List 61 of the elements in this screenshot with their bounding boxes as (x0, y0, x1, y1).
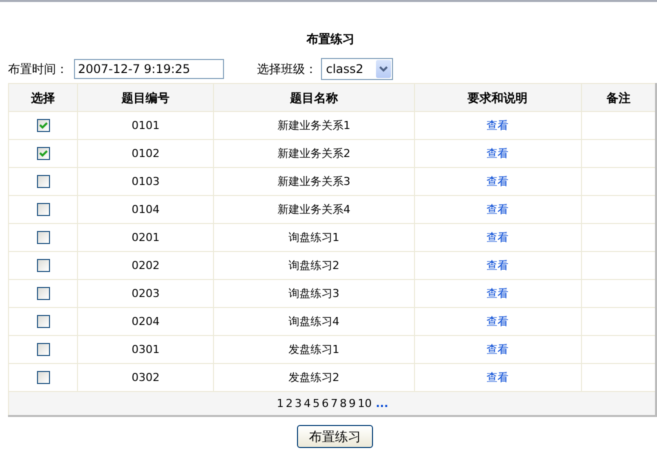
page-link[interactable]: 7 (330, 397, 338, 410)
page-link[interactable]: 4 (304, 397, 311, 410)
page-link[interactable]: 2 (286, 397, 293, 410)
checkbox[interactable] (36, 370, 50, 384)
table-cell: 0102 (78, 140, 214, 168)
class-select[interactable]: class2 (321, 58, 393, 80)
view-link[interactable]: 查看 (486, 174, 509, 188)
page-link[interactable]: 6 (322, 397, 329, 410)
view-link[interactable]: 查看 (486, 286, 509, 300)
column-header: 备注 (581, 84, 656, 112)
page-link[interactable]: 10 (358, 397, 372, 410)
table-cell: 新建业务关系4 (213, 196, 414, 224)
table-cell: 0103 (78, 168, 214, 196)
time-field[interactable]: 2007-12-7 9:19:25 (74, 59, 224, 79)
view-link[interactable]: 查看 (486, 202, 509, 216)
table-cell: 新建业务关系3 (213, 168, 414, 196)
view-link[interactable]: 查看 (486, 258, 509, 272)
table-cell: 0201 (78, 224, 214, 252)
page-link[interactable]: 8 (340, 397, 347, 410)
column-header: 题目编号 (78, 84, 214, 112)
page-title: 布置练习 (306, 32, 354, 46)
checkbox[interactable] (36, 202, 50, 216)
column-header: 选择 (8, 84, 78, 112)
chevron-down-icon (376, 60, 391, 78)
view-link[interactable]: 查看 (486, 230, 509, 244)
table-cell: 询盘练习1 (213, 224, 414, 252)
table-cell: 0202 (78, 252, 214, 280)
assign-button[interactable]: 布置练习 (297, 425, 373, 448)
checkbox[interactable] (36, 314, 50, 328)
checkbox[interactable] (36, 118, 50, 132)
table-cell: 0301 (78, 336, 214, 364)
checkbox[interactable] (36, 230, 50, 244)
column-header: 要求和说明 (414, 84, 582, 112)
table-cell: 发盘练习1 (213, 336, 414, 364)
class-label: 选择班级： (257, 60, 317, 78)
page-link[interactable]: 5 (312, 397, 320, 410)
checkbox[interactable] (36, 146, 50, 160)
table-cell: 新建业务关系2 (213, 140, 414, 168)
table-cell: 询盘练习3 (213, 280, 414, 308)
table-cell: 0204 (78, 308, 214, 336)
view-link[interactable]: 查看 (486, 314, 509, 328)
table-cell: 询盘练习4 (213, 308, 414, 336)
table-cell: 0104 (78, 196, 214, 224)
view-link[interactable]: 查看 (486, 370, 509, 384)
table-cell: 0203 (78, 280, 214, 308)
table-cell: 0101 (78, 112, 214, 140)
view-link[interactable]: 查看 (486, 118, 509, 132)
page-link[interactable]: 1 (276, 397, 284, 410)
page-link[interactable]: 3 (294, 397, 302, 410)
page-link[interactable]: 9 (348, 397, 356, 410)
column-header: 题目名称 (213, 84, 414, 112)
view-link[interactable]: 查看 (486, 342, 509, 356)
time-label: 布置时间： (8, 60, 68, 78)
checkbox[interactable] (36, 286, 50, 300)
checkbox[interactable] (36, 342, 50, 356)
checkbox[interactable] (36, 258, 50, 272)
table-cell: 新建业务关系1 (213, 112, 414, 140)
checkbox[interactable] (36, 174, 50, 188)
view-link[interactable]: 查看 (486, 146, 509, 160)
more-pages-link[interactable]: ... (376, 397, 388, 410)
table-cell: 询盘练习2 (213, 252, 414, 280)
